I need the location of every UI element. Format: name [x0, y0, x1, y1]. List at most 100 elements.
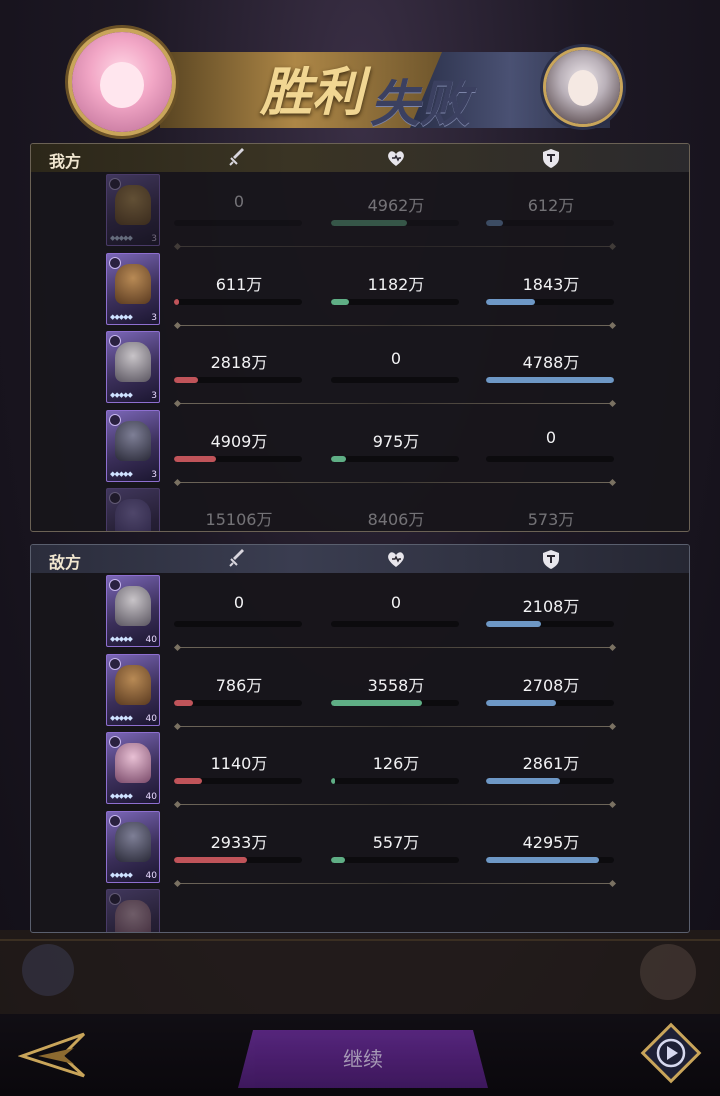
player-avatar[interactable]: [72, 32, 172, 132]
heal-value: 4962万: [367, 196, 425, 215]
ours-hero-row: ◆◆◆◆◆ 3 611万 1182万 1843万: [31, 251, 689, 329]
heal-bar-fill: [331, 298, 349, 305]
damage-value: 611万: [215, 274, 263, 294]
tank-bar-fill: [486, 856, 599, 863]
our-team-header: 我方: [31, 144, 689, 172]
continue-button[interactable]: 继续: [238, 1030, 488, 1088]
tank-value: 612万: [527, 196, 575, 215]
damage-stat: 786万: [174, 672, 304, 712]
hero-star-icons: ◆◆◆◆◆: [110, 870, 133, 879]
heal-bar: [331, 621, 459, 627]
damage-stat: 2818万: [174, 349, 304, 389]
damage-stat: 2933万: [174, 829, 304, 869]
back-arrow-icon[interactable]: [18, 1028, 90, 1080]
damage-stat: [174, 907, 304, 932]
enemy-hero-row: ◆◆◆◆◆ 40 786万 3558万 2708万: [31, 652, 689, 730]
damage-value: 2818万: [210, 353, 268, 372]
heal-bar: [331, 856, 459, 863]
heal-stat: 3558万: [331, 672, 461, 712]
sword-icon: [229, 549, 244, 567]
tank-value: 2861万: [522, 754, 580, 773]
heal-stat: 975万: [331, 428, 461, 468]
hero-class-icon: [109, 657, 121, 670]
tank-value: 0: [545, 427, 557, 447]
damage-stat: 611万: [174, 271, 304, 311]
hero-portrait: [115, 821, 151, 862]
row-divider: [178, 481, 612, 483]
hero-card[interactable]: ◆◆◆◆◆ 3: [106, 174, 160, 246]
heal-stat: 8406万: [331, 506, 461, 531]
row-divider: [178, 647, 612, 648]
ours-hero-row: ◆◆◆◆◆ 3 0 4962万 612万: [31, 172, 689, 250]
tank-bar: [486, 298, 614, 305]
hero-card[interactable]: ◆◆◆◆◆ 40: [106, 810, 160, 883]
damage-value: 1140万: [210, 754, 268, 773]
tank-stat: 0: [486, 428, 616, 468]
damage-bar-fill: [174, 377, 199, 383]
hero-level: 3: [151, 469, 157, 480]
hero-star-icons: ◆◆◆◆◆: [110, 391, 133, 399]
hero-card[interactable]: ◆◆◆◆◆ 40: [106, 653, 160, 726]
row-divider: [178, 725, 612, 727]
hero-card[interactable]: ◆◆◆◆◆: [106, 488, 160, 531]
tank-stat: [486, 907, 616, 932]
damage-stat: 0: [174, 593, 304, 633]
hero-card[interactable]: ◆◆◆◆◆ 40: [106, 575, 160, 647]
enemy-team-panel: 敌方 ◆◆◆◆◆ 40 0 0 2108万 ◆◆◆◆◆ 40 786万 3558万 2708万 ◆◆…: [30, 544, 690, 933]
heal-value: 3558万: [367, 675, 425, 695]
damage-bar: [174, 220, 302, 226]
damage-stat: 4909万: [174, 428, 304, 468]
hero-card[interactable]: ◆◆◆◆◆ 40: [106, 732, 160, 804]
hero-card[interactable]: ◆◆◆◆◆ 3: [106, 409, 160, 482]
shield-icon: [543, 550, 559, 569]
ours-hero-row: ◆◆◆◆◆ 3 2818万 0 4788万: [31, 329, 689, 407]
heal-stat: 126万: [331, 750, 461, 790]
hero-card[interactable]: ◆◆◆◆◆ 3: [106, 331, 160, 403]
hero-card[interactable]: ◆◆◆◆◆ 3: [106, 252, 160, 325]
hero-portrait: [115, 420, 151, 461]
damage-stat: 15106万: [174, 506, 304, 531]
tank-bar: [486, 699, 614, 706]
heal-stat: 0: [331, 349, 461, 389]
damage-bar-fill: [174, 856, 247, 863]
our-team-panel: 我方 ◆◆◆◆◆ 3 0 4962万 612万 ◆◆◆◆◆ 3 611万 1182万 1843万 ◆…: [30, 143, 690, 532]
tank-stat: 2108万: [486, 593, 616, 633]
opponent-avatar[interactable]: [546, 50, 620, 124]
hero-portrait: [115, 900, 151, 932]
heal-stat: [331, 907, 461, 932]
row-divider: [178, 403, 612, 404]
enemy-hero-row: ◆◆◆◆◆ 40 1140万 126万 2861万: [31, 730, 689, 808]
damage-value: 786万: [215, 675, 263, 695]
hero-level: 3: [151, 234, 157, 244]
heal-value: 8406万: [367, 510, 425, 529]
replay-icon[interactable]: [640, 1022, 702, 1084]
tank-value: 1843万: [522, 274, 580, 294]
tank-value: 4295万: [522, 832, 580, 852]
hero-card[interactable]: ◆◆◆◆◆: [106, 889, 160, 932]
row-divider: [178, 804, 612, 805]
hero-portrait: [115, 499, 151, 531]
damage-bar: [174, 856, 302, 863]
damage-stat: 1140万: [174, 750, 304, 790]
row-divider: [178, 882, 612, 884]
tank-value: 573万: [527, 510, 575, 529]
hero-star-icons: ◆◆◆◆◆: [110, 312, 133, 321]
tank-value: 2108万: [522, 597, 580, 616]
our-team-title: 我方: [49, 152, 82, 171]
hero-level: 40: [145, 792, 157, 802]
damage-bar: [174, 621, 302, 627]
hero-level: 40: [145, 870, 157, 881]
damage-bar-fill: [174, 455, 217, 462]
result-banner: 胜利 失败: [72, 32, 650, 140]
hero-class-icon: [109, 413, 121, 426]
defeat-text: 失败: [370, 74, 470, 133]
tank-bar-fill: [486, 621, 542, 627]
tank-bar: [486, 455, 614, 462]
damage-value: 0: [233, 593, 245, 612]
tank-bar-fill: [486, 778, 561, 784]
sword-icon: [229, 148, 244, 166]
tank-bar: [486, 856, 614, 863]
heal-stat: 4962万: [331, 192, 461, 232]
damage-bar-fill: [174, 778, 203, 784]
heal-value: 975万: [372, 431, 420, 451]
